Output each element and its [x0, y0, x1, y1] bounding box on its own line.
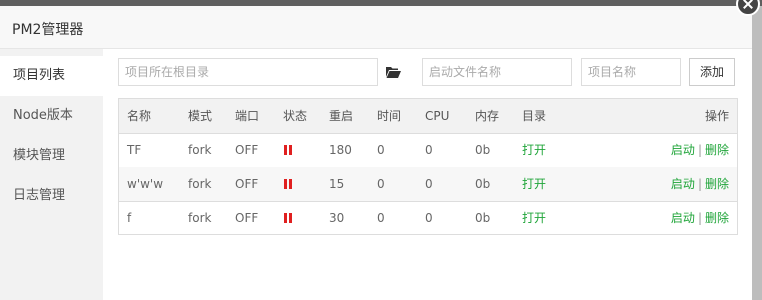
col-status: 状态: [283, 109, 308, 123]
row-name: f: [127, 211, 132, 225]
add-button[interactable]: 添加: [689, 58, 735, 86]
col-dir: 目录: [522, 109, 547, 123]
row-cpu: 0: [425, 143, 433, 157]
col-restart: 重启: [329, 109, 354, 123]
folder-open-icon[interactable]: [386, 66, 401, 78]
col-cpu: CPU: [425, 109, 450, 123]
row-restart: 30: [329, 211, 345, 225]
sidebar: 项目列表 Node版本 模块管理 日志管理: [0, 49, 103, 300]
col-port: 端口: [235, 109, 260, 123]
row-actions: 启动 | 删除: [671, 133, 729, 167]
delete-link[interactable]: 删除: [705, 143, 729, 157]
table-row: f fork OFF 30 0 0 0b 打开 启动 | 删除: [119, 201, 737, 235]
start-link[interactable]: 启动: [671, 211, 695, 225]
delete-link[interactable]: 删除: [705, 177, 729, 191]
action-separator: |: [697, 143, 702, 157]
table-row: w'w'w fork OFF 15 0 0 0b 打开 启动 | 删除: [119, 167, 737, 202]
status-paused-icon[interactable]: [284, 213, 292, 223]
open-dir-link[interactable]: 打开: [522, 201, 546, 235]
start-link[interactable]: 启动: [671, 143, 695, 157]
row-cpu: 0: [425, 211, 433, 225]
row-mem: 0b: [475, 177, 491, 191]
action-separator: |: [697, 211, 702, 225]
dialog-title: PM2管理器: [12, 22, 84, 38]
open-dir-link[interactable]: 打开: [522, 133, 546, 167]
sidebar-item-log-manage[interactable]: 日志管理: [0, 176, 103, 216]
status-paused-icon[interactable]: [284, 145, 292, 155]
sidebar-item-project-list[interactable]: 项目列表: [0, 56, 103, 96]
row-time: 0: [377, 211, 385, 225]
row-name: TF: [127, 143, 142, 157]
row-mode: fork: [188, 211, 212, 225]
dialog-header: PM2管理器: [0, 6, 752, 49]
open-dir-link[interactable]: 打开: [522, 167, 546, 201]
project-name-input[interactable]: [581, 58, 681, 86]
start-file-input[interactable]: [422, 58, 572, 86]
row-port: OFF: [235, 143, 259, 157]
delete-link[interactable]: 删除: [705, 211, 729, 225]
col-mem: 内存: [475, 109, 500, 123]
row-port: OFF: [235, 211, 259, 225]
status-paused-icon[interactable]: [284, 179, 292, 189]
project-path-input[interactable]: [118, 58, 378, 86]
row-restart: 180: [329, 143, 352, 157]
start-link[interactable]: 启动: [671, 177, 695, 191]
row-cpu: 0: [425, 177, 433, 191]
row-restart: 15: [329, 177, 345, 191]
row-mode: fork: [188, 143, 212, 157]
row-name: w'w'w: [127, 177, 164, 191]
col-name: 名称: [127, 109, 152, 123]
row-time: 0: [377, 177, 385, 191]
col-mode: 模式: [188, 109, 213, 123]
row-mem: 0b: [475, 143, 491, 157]
col-time: 时间: [377, 109, 402, 123]
action-separator: |: [697, 177, 702, 191]
row-port: OFF: [235, 177, 259, 191]
row-actions: 启动 | 删除: [671, 167, 729, 201]
sidebar-item-node-version[interactable]: Node版本: [0, 96, 103, 136]
table-header: 名称 模式 端口 状态 重启 时间 CPU 内存 目录 操作: [119, 99, 737, 134]
row-time: 0: [377, 143, 385, 157]
background-page: [752, 6, 762, 300]
row-mem: 0b: [475, 211, 491, 225]
sidebar-item-module-manage[interactable]: 模块管理: [0, 136, 103, 176]
row-mode: fork: [188, 177, 212, 191]
row-actions: 启动 | 删除: [671, 201, 729, 235]
table-row: TF fork OFF 180 0 0 0b 打开 启动 | 删除: [119, 133, 737, 168]
col-ops: 操作: [704, 109, 729, 123]
process-table: 名称 模式 端口 状态 重启 时间 CPU 内存 目录 操作 TF fork O…: [118, 98, 738, 235]
